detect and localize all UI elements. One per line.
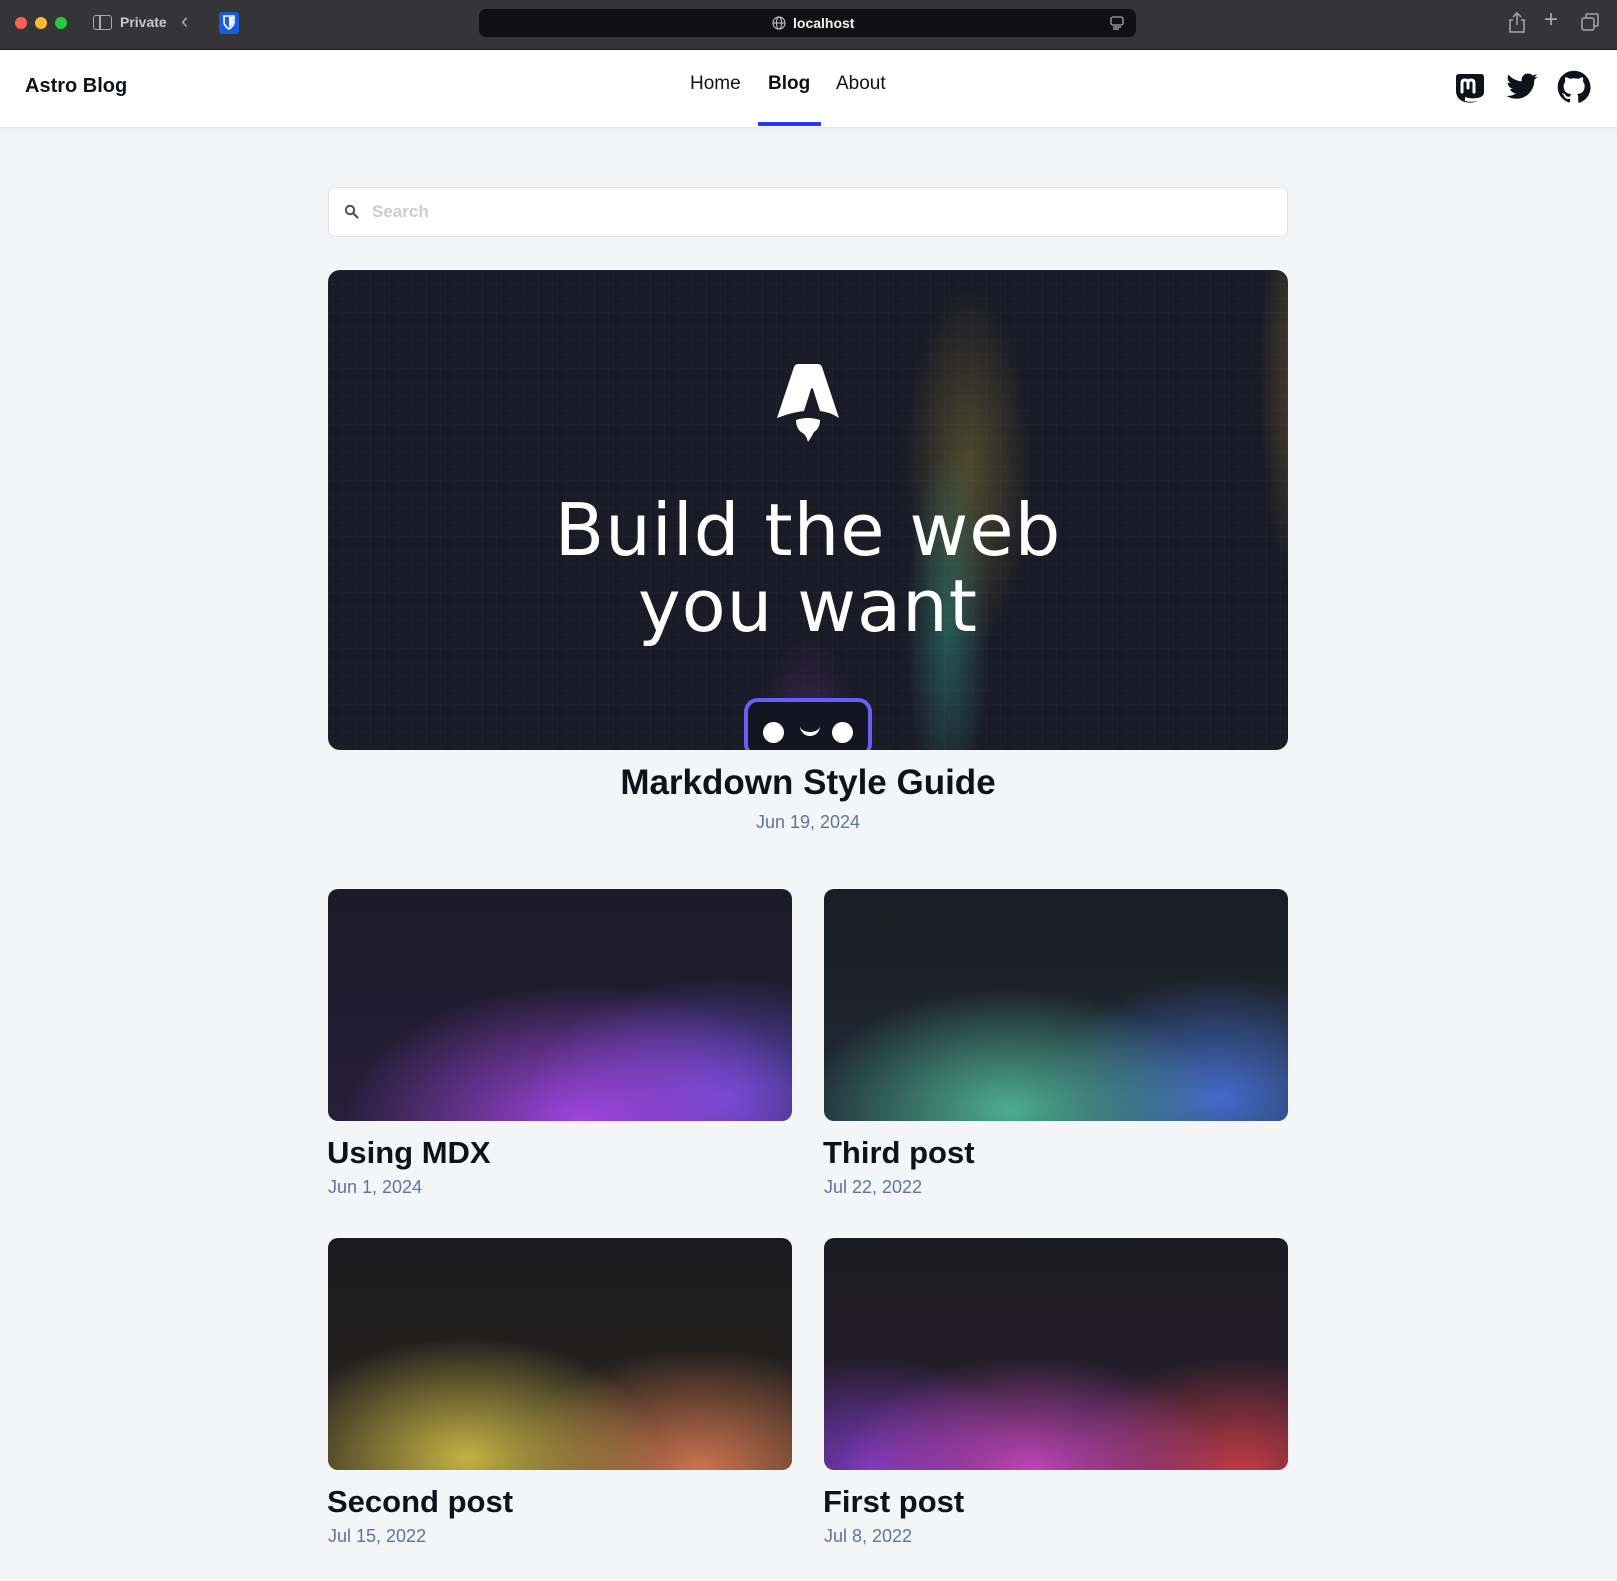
- post-card-date: Jul 22, 2022: [824, 1177, 923, 1197]
- private-label: Private: [120, 14, 167, 30]
- post-card-image[interactable]: [328, 889, 792, 1121]
- post-card-title[interactable]: Using MDX: [327, 1135, 491, 1171]
- back-icon[interactable]: ‹: [181, 10, 188, 32]
- tabs-icon[interactable]: [1580, 12, 1600, 32]
- minimize-window-button[interactable]: [35, 17, 47, 29]
- mascot-icon: [744, 698, 872, 750]
- github-icon[interactable]: [1557, 70, 1591, 104]
- post-card-image[interactable]: [328, 1238, 792, 1470]
- astro-logo-icon: [777, 364, 839, 442]
- share-icon[interactable]: [1508, 12, 1526, 34]
- zoom-window-button[interactable]: [55, 17, 67, 29]
- mascot-eye-right: [832, 722, 853, 743]
- new-tab-icon[interactable]: +: [1544, 8, 1558, 32]
- post-card-title[interactable]: First post: [823, 1484, 964, 1520]
- url-text: localhost: [793, 15, 855, 31]
- browser-toolbar: Private ‹ localhost +: [0, 0, 1617, 50]
- hero-heading: Build the web you want: [328, 492, 1288, 644]
- site-header: Astro Blog Home Blog About: [0, 50, 1617, 128]
- nav-about-link[interactable]: About: [836, 73, 886, 95]
- search-icon: [344, 204, 359, 219]
- address-bar[interactable]: localhost: [479, 9, 1136, 37]
- nav-home-link[interactable]: Home: [690, 73, 741, 95]
- sidebar-icon[interactable]: [93, 15, 112, 30]
- globe-icon: [772, 16, 786, 30]
- search-box: [328, 187, 1288, 237]
- post-card-title[interactable]: Second post: [327, 1484, 513, 1520]
- mastodon-icon[interactable]: [1453, 70, 1487, 104]
- featured-post-date: Jun 19, 2024: [755, 812, 861, 832]
- twitter-icon[interactable]: [1505, 70, 1539, 104]
- post-card-date: Jun 1, 2024: [328, 1177, 423, 1197]
- featured-post-title[interactable]: Markdown Style Guide: [328, 763, 1288, 803]
- close-window-button[interactable]: [15, 17, 27, 29]
- post-card-date: Jul 15, 2022: [328, 1526, 427, 1546]
- mascot-mouth: [800, 724, 820, 736]
- post-card-date: Jul 8, 2022: [824, 1526, 913, 1546]
- post-card-image[interactable]: [824, 889, 1288, 1121]
- reader-icon[interactable]: [1110, 16, 1124, 30]
- post-card-image[interactable]: [824, 1238, 1288, 1470]
- hero-heading-line-1: Build the web: [554, 488, 1062, 572]
- mascot-eye-left: [763, 722, 784, 743]
- post-card-title[interactable]: Third post: [823, 1135, 975, 1171]
- search-input[interactable]: [372, 188, 1272, 236]
- hero-heading-line-2: you want: [637, 564, 979, 648]
- nav-blog-link[interactable]: Blog: [768, 73, 810, 95]
- active-nav-indicator: [758, 122, 821, 126]
- featured-post-image[interactable]: Build the web you want: [328, 270, 1288, 750]
- bitwarden-icon[interactable]: [219, 12, 239, 34]
- main-nav: Home Blog About: [0, 50, 1617, 128]
